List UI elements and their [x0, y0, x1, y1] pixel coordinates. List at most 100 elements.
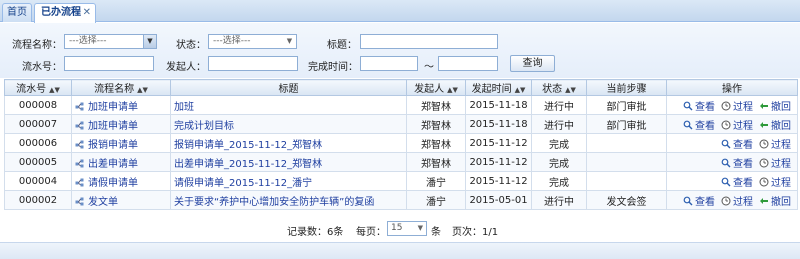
- cell-title[interactable]: 完成计划目标: [170, 114, 407, 134]
- cell-status: 完成: [531, 152, 587, 172]
- magnifier-icon: [721, 139, 733, 151]
- finish-time-to-input[interactable]: [438, 56, 498, 71]
- col-header-flow[interactable]: 流程名称 ▲▼: [71, 79, 171, 96]
- cell-flow-name[interactable]: 加班申请单: [71, 95, 171, 115]
- cell-title[interactable]: 报销申请单_2015-11-12_郑智林: [170, 133, 407, 153]
- view-link[interactable]: 查看: [721, 174, 753, 189]
- record-count: 记录数：6条: [287, 227, 344, 238]
- cell-status: 进行中: [531, 95, 587, 115]
- cell-serial: 000008: [4, 95, 72, 115]
- table-row[interactable]: 000006 报销申请单 报销申请单_2015-11-12_郑智林 郑智林 2015-1…: [4, 133, 798, 153]
- cell-initiator: 郑智林: [406, 133, 466, 153]
- cell-status: 完成: [531, 171, 587, 191]
- tab-home[interactable]: 首页: [2, 3, 32, 22]
- table-row[interactable]: 000002 发文单 关于要求“养护中心增加安全防护车辆”的复函 潘宁 2015-05-…: [4, 190, 798, 210]
- status-select[interactable]: ---选择--- ▼: [208, 34, 297, 49]
- cell-current-step: 部门审批: [586, 95, 667, 115]
- cell-serial: 000005: [4, 152, 72, 172]
- flow-name-label: 流程名称：: [12, 40, 62, 51]
- clock-icon: [721, 120, 733, 132]
- clock-icon: [721, 101, 733, 113]
- cell-operations: 查看 过程 撤回: [666, 190, 798, 210]
- col-header-step[interactable]: 当前步骤: [586, 79, 667, 96]
- col-header-initiator[interactable]: 发起人 ▲▼: [406, 79, 466, 96]
- finish-time-from-input[interactable]: [360, 56, 418, 71]
- flow-name-select[interactable]: ---选择--- ▼: [64, 34, 157, 49]
- withdraw-link[interactable]: 撤回: [759, 117, 791, 132]
- table-row[interactable]: 000004 请假申请单 请假申请单_2015-11-12_潘宁 潘宁 2015-11-…: [4, 171, 798, 191]
- view-link[interactable]: 查看: [683, 193, 715, 208]
- view-link[interactable]: 查看: [721, 155, 753, 170]
- cell-serial: 000002: [4, 190, 72, 210]
- undo-arrow-icon: [759, 121, 771, 132]
- cell-start-time: 2015-11-12: [465, 152, 532, 172]
- col-header-serial[interactable]: 流水号 ▲▼: [4, 79, 72, 96]
- pager: 记录数：6条 每页： 15 ▼ 条 页次：1/1: [0, 221, 800, 239]
- magnifier-icon: [683, 196, 695, 208]
- close-icon[interactable]: ✕: [83, 4, 91, 21]
- cell-title[interactable]: 请假申请单_2015-11-12_潘宁: [170, 171, 407, 191]
- table-row[interactable]: 000008 加班申请单 加班 郑智林 2015-11-18 进行中 部门审批 查看 过程 撤回: [4, 95, 798, 115]
- sort-icon: ▲▼: [137, 86, 148, 94]
- process-link-label: 过程: [733, 196, 753, 208]
- col-header-status[interactable]: 状态 ▲▼: [531, 79, 587, 96]
- cell-status: 进行中: [531, 190, 587, 210]
- table-row[interactable]: 000005 出差申请单 出差申请单_2015-11-12_郑智林 郑智林 2015-1…: [4, 152, 798, 172]
- query-button[interactable]: 查询: [510, 55, 555, 72]
- col-header-ops[interactable]: 操作: [666, 79, 798, 96]
- magnifier-icon: [683, 120, 695, 132]
- cell-flow-name[interactable]: 报销申请单: [71, 133, 171, 153]
- view-link[interactable]: 查看: [683, 98, 715, 113]
- chevron-down-icon: ▼: [417, 224, 423, 232]
- table-row[interactable]: 000007 加班申请单 完成计划目标 郑智林 2015-11-18 进行中 部门审批 查看 过…: [4, 114, 798, 134]
- cell-current-step: 发文会签: [586, 190, 667, 210]
- sort-icon: ▲▼: [565, 86, 576, 94]
- col-header-ops-label: 操作: [722, 84, 742, 95]
- cell-flow-name[interactable]: 请假申请单: [71, 171, 171, 191]
- clock-icon: [759, 177, 771, 189]
- process-link[interactable]: 过程: [759, 174, 791, 189]
- col-header-title-label: 标题: [278, 84, 299, 95]
- cell-initiator: 郑智林: [406, 114, 466, 134]
- tab-done-flows[interactable]: 已办流程 ✕: [34, 3, 96, 23]
- col-header-time[interactable]: 发起时间 ▲▼: [465, 79, 532, 96]
- cell-title[interactable]: 加班: [170, 95, 407, 115]
- serial-input[interactable]: [64, 56, 154, 71]
- process-link-label: 过程: [733, 101, 753, 113]
- process-link[interactable]: 过程: [759, 136, 791, 151]
- cell-current-step: [586, 152, 667, 172]
- view-link[interactable]: 查看: [721, 136, 753, 151]
- process-link-label: 过程: [771, 139, 791, 151]
- per-page-select[interactable]: 15 ▼: [387, 221, 427, 236]
- cell-flow-name[interactable]: 加班申请单: [71, 114, 171, 134]
- process-link[interactable]: 过程: [759, 155, 791, 170]
- cell-operations: 查看 过程: [666, 133, 798, 153]
- cell-title[interactable]: 出差申请单_2015-11-12_郑智林: [170, 152, 407, 172]
- cell-start-time: 2015-11-12: [465, 171, 532, 191]
- cell-flow-name-text: 出差申请单: [88, 158, 138, 170]
- col-header-title[interactable]: 标题: [170, 79, 407, 96]
- view-link-label: 查看: [695, 101, 715, 113]
- withdraw-link[interactable]: 撤回: [759, 193, 791, 208]
- initiator-input[interactable]: [208, 56, 298, 71]
- view-link[interactable]: 查看: [683, 117, 715, 132]
- cell-title[interactable]: 关于要求“养护中心增加安全防护车辆”的复函: [170, 190, 407, 210]
- col-header-flow-label: 流程名称: [94, 84, 135, 95]
- process-link[interactable]: 过程: [721, 193, 753, 208]
- clock-icon: [759, 139, 771, 151]
- undo-arrow-icon: [759, 102, 771, 113]
- process-link[interactable]: 过程: [721, 117, 753, 132]
- title-input[interactable]: [360, 34, 498, 49]
- cell-flow-name[interactable]: 发文单: [71, 190, 171, 210]
- withdraw-link[interactable]: 撤回: [759, 98, 791, 113]
- cell-start-time: 2015-11-12: [465, 133, 532, 153]
- flow-chart-icon: [75, 121, 88, 132]
- flow-table: 流水号 ▲▼ 流程名称 ▲▼ 标题 发起人 ▲▼ 发起时间 ▲▼ 状态 ▲▼ 当前步骤 操…: [4, 79, 798, 210]
- col-header-status-label: 状态: [542, 84, 563, 95]
- cell-flow-name-text: 加班申请单: [88, 101, 138, 113]
- cell-flow-name[interactable]: 出差申请单: [71, 152, 171, 172]
- view-link-label: 查看: [733, 158, 753, 170]
- view-link-label: 查看: [695, 196, 715, 208]
- col-header-serial-label: 流水号: [16, 84, 47, 95]
- process-link[interactable]: 过程: [721, 98, 753, 113]
